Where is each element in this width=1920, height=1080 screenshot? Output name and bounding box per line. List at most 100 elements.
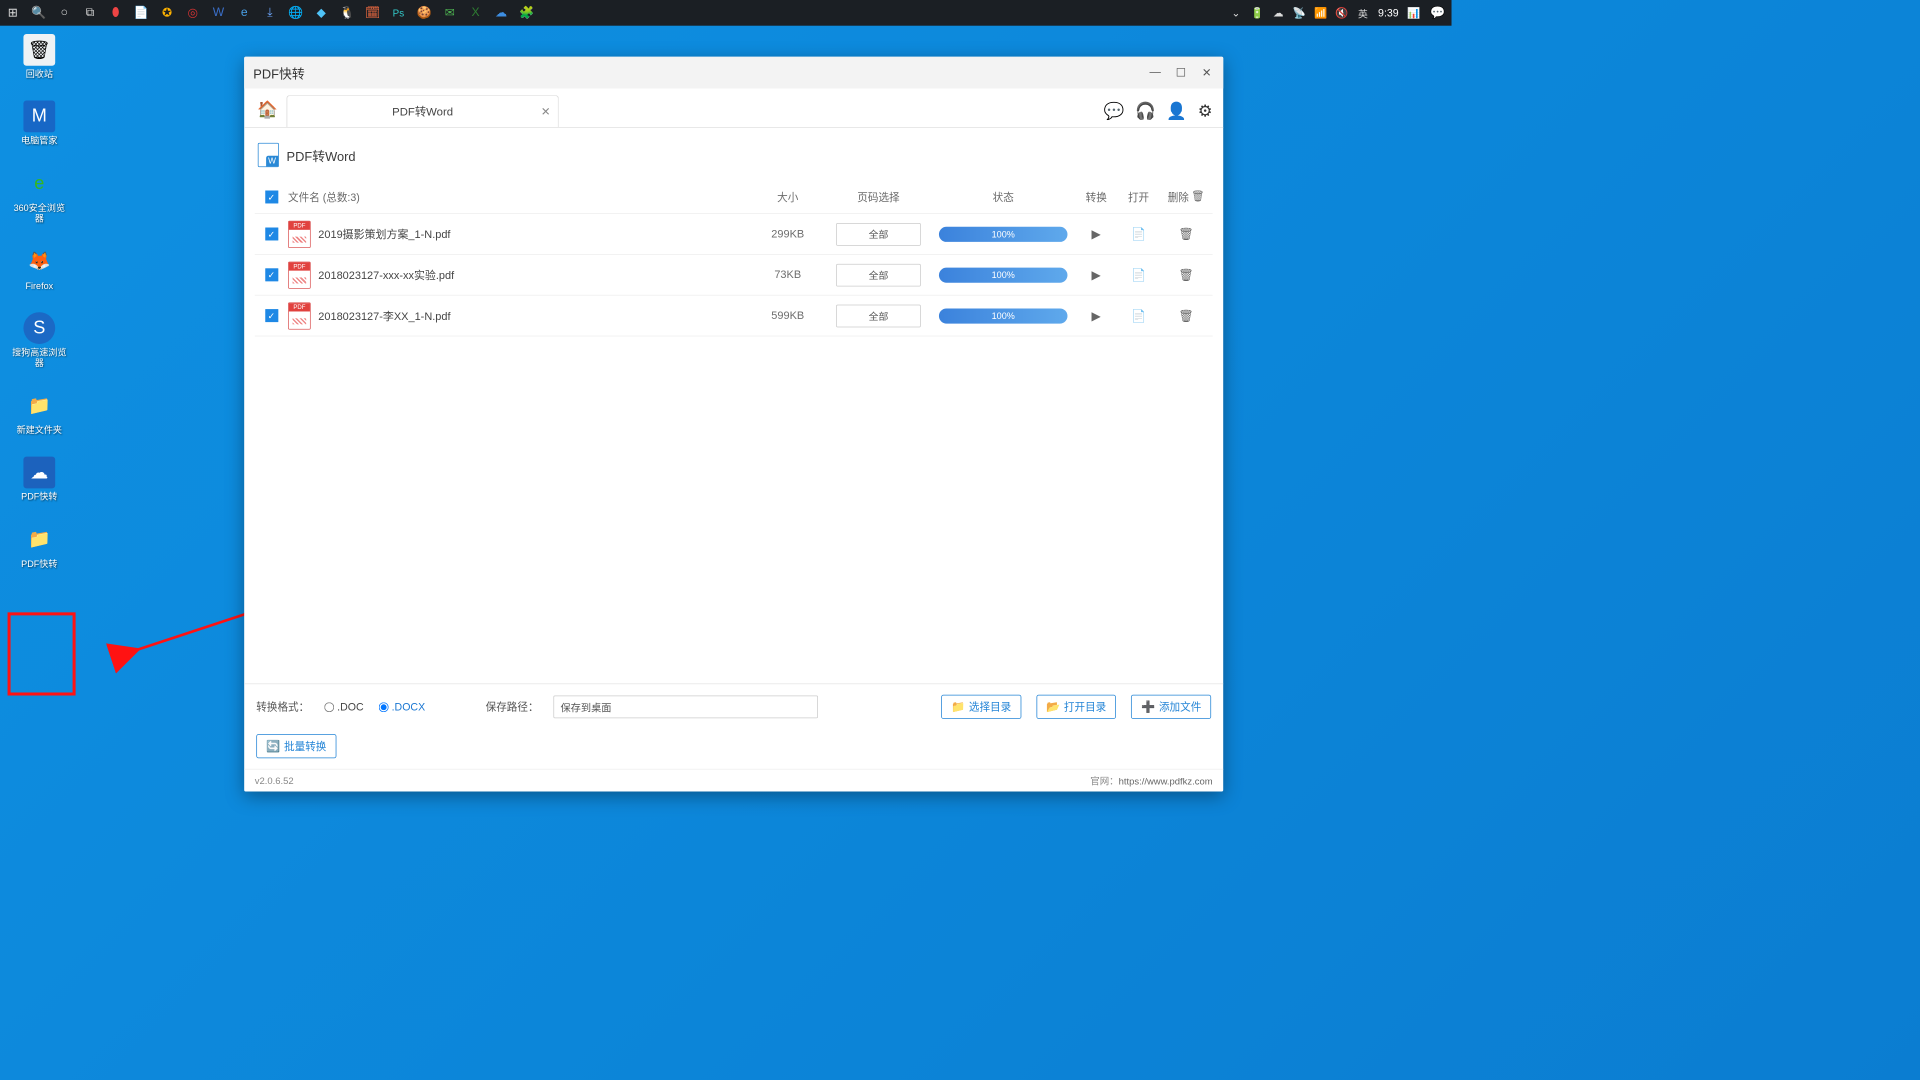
section-title: PDF转Word [258,143,1213,167]
file-row: ✓ 2018023127-xxx-xx实验.pdf 73KB 全部 100% ▶… [255,255,1213,296]
toolbar: 🏠 PDF转Word ✕ 💬 🎧 👤 ⚙ [244,88,1223,127]
app3-icon[interactable]: ✪ [154,0,180,26]
app5-icon[interactable]: ⤓ [257,0,283,26]
official-site-link[interactable]: https://www.pdfkz.com [1119,776,1213,787]
pdfkz-window: PDF快转 — ☐ ✕ 🏠 PDF转Word ✕ 💬 🎧 👤 ⚙ PDF转Wor… [244,57,1223,792]
app9-icon[interactable]: 🍪 [411,0,437,26]
convert-button[interactable]: ▶ [1086,306,1106,326]
desktop-icon-sogou[interactable]: S搜狗高速浏览器 [9,312,69,369]
start-icon[interactable]: ⊞ [0,0,26,26]
volume-icon[interactable]: 🔇 [1331,0,1352,26]
batch-convert-button[interactable]: 🔄批量转换 [256,734,336,758]
app-version: v2.0.6.52 [255,775,294,786]
page-range-button[interactable]: 全部 [836,304,921,327]
minimize-button[interactable]: — [1148,66,1163,80]
file-size: 73KB [750,269,826,281]
tray-chevron-icon[interactable]: ⌄ [1225,0,1246,26]
row-checkbox[interactable]: ✓ [265,228,278,241]
desktop-icon-newfolder[interactable]: 📁新建文件夹 [9,390,69,436]
app6-icon[interactable]: ◆ [308,0,334,26]
progress-bar: 100% [939,226,1068,241]
app1-icon[interactable]: ⬮ [103,0,129,26]
content-area: PDF转Word ✓ 文件名 (总数:3) 大小 页码选择 状态 转换 打开 删… [244,128,1223,684]
row-checkbox[interactable]: ✓ [265,268,278,281]
desktop-icon-pdfkz-app[interactable]: ☁PDF快转 [9,457,69,503]
app2-icon[interactable]: 📄 [129,0,155,26]
delete-row-button[interactable]: 🗑 [1176,306,1196,326]
file-name: 2019摄影策划方案_1-N.pdf [318,226,450,242]
folder-icon: 📁 [951,700,965,714]
cloud-icon[interactable]: ☁ [488,0,514,26]
open-file-button[interactable]: 📄 [1129,224,1149,244]
tray3-icon[interactable]: 📡 [1289,0,1310,26]
progress-bar: 100% [939,267,1068,282]
notifications-icon[interactable]: 💬 [1424,5,1451,20]
desktop-icon-recycle[interactable]: 🗑回收站 [9,34,69,80]
open-file-button[interactable]: 📄 [1129,265,1149,285]
app4-icon[interactable]: ◎ [180,0,206,26]
tray4-icon[interactable]: 📊 [1403,0,1424,26]
tray1-icon[interactable]: 🔋 [1247,0,1268,26]
chat-icon[interactable]: 💬 [1104,101,1125,121]
maximize-button[interactable]: ☐ [1173,66,1188,80]
excel-icon[interactable]: X [463,0,489,26]
tab-pdf2word[interactable]: PDF转Word ✕ [287,95,559,127]
file-row: ✓ 2019摄影策划方案_1-N.pdf 299KB 全部 100% ▶ 📄 🗑 [255,214,1213,255]
edge-icon[interactable]: e [231,0,257,26]
format-docx-radio[interactable]: .DOCX [379,701,425,713]
gear-icon[interactable]: ⚙ [1198,101,1213,121]
choose-dir-button[interactable]: 📁选择目录 [941,695,1021,719]
ime-indicator[interactable]: 英 [1352,0,1373,26]
app7-icon[interactable]: 🐧 [334,0,360,26]
row-checkbox[interactable]: ✓ [265,309,278,322]
format-doc-radio[interactable]: .DOC [324,701,363,713]
save-path-input[interactable] [554,696,819,719]
delete-row-button[interactable]: 🗑 [1176,224,1196,244]
tray2-icon[interactable]: ☁ [1268,0,1289,26]
wifi-icon[interactable]: 📶 [1310,0,1331,26]
pdf-icon [288,302,311,329]
page-range-button[interactable]: 全部 [836,263,921,286]
title-bar: PDF快转 — ☐ ✕ [244,57,1223,89]
desktop-icon-360[interactable]: e360安全浏览器 [9,168,69,225]
page-range-button[interactable]: 全部 [836,223,921,246]
convert-button[interactable]: ▶ [1086,224,1106,244]
app8-icon[interactable]: 🗓 [360,0,386,26]
file-size: 599KB [750,310,826,322]
tab-close-icon[interactable]: ✕ [541,105,551,119]
desktop-icon-pdfkz-folder[interactable]: 📁PDF快转 [9,524,69,570]
headset-icon[interactable]: 🎧 [1135,101,1156,121]
delete-row-button[interactable]: 🗑 [1176,265,1196,285]
convert-button[interactable]: ▶ [1086,265,1106,285]
wechat-icon[interactable]: ✉ [437,0,463,26]
cortana-icon[interactable]: ○ [51,0,77,26]
chrome-icon[interactable]: 🌐 [283,0,309,26]
add-file-button[interactable]: ➕添加文件 [1131,695,1211,719]
pdf-icon [288,220,311,247]
open-dir-button[interactable]: 📂打开目录 [1036,695,1116,719]
delete-all-icon[interactable]: 🗑 [1191,189,1204,204]
desktop-icon-guard[interactable]: M电脑管家 [9,101,69,147]
file-list-header: ✓ 文件名 (总数:3) 大小 页码选择 状态 转换 打开 删除 🗑 [255,181,1213,214]
desktop-icon-firefox[interactable]: 🦊Firefox [9,245,69,291]
open-file-button[interactable]: 📄 [1129,306,1149,326]
bottom-bar: 转换格式： .DOC .DOCX 保存路径： 📁选择目录 📂打开目录 ➕添加文件… [244,683,1223,768]
tab-label: PDF转Word [392,104,453,120]
refresh-icon: 🔄 [266,739,280,753]
col-status: 状态 [931,189,1075,204]
col-delete: 删除 🗑 [1160,189,1213,204]
search-icon[interactable]: 🔍 [26,0,52,26]
folder-open-icon: 📂 [1046,700,1060,714]
windows-taskbar: ⊞ 🔍 ○ ⧉ ⬮ 📄 ✪ ◎ W e ⤓ 🌐 ◆ 🐧 🗓 Ps 🍪 ✉ X ☁… [0,0,1452,26]
select-all-checkbox[interactable]: ✓ [265,191,278,204]
word-icon[interactable]: W [206,0,232,26]
home-icon[interactable]: 🏠 [255,97,281,123]
app10-icon[interactable]: 🧩 [514,0,540,26]
taskview-icon[interactable]: ⧉ [77,0,103,26]
close-button[interactable]: ✕ [1199,66,1214,80]
format-label: 转换格式： [256,699,309,714]
user-icon[interactable]: 👤 [1166,101,1187,121]
clock[interactable]: 9:39 [1374,7,1404,19]
col-filename: 文件名 (总数:3) [288,189,750,204]
ps-icon[interactable]: Ps [386,0,412,26]
